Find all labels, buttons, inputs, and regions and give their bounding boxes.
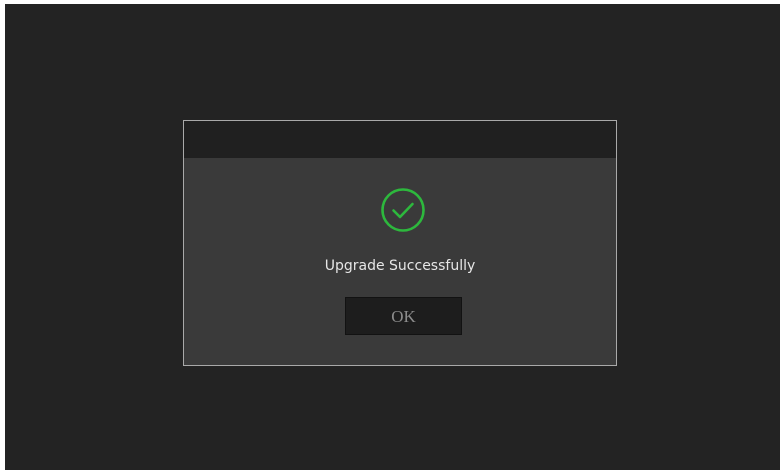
- ok-button[interactable]: OK: [345, 297, 462, 335]
- app-screen: Upgrade Successfully OK: [5, 4, 780, 470]
- success-message: Upgrade Successfully: [324, 258, 476, 274]
- dialog-titlebar: [184, 121, 616, 158]
- check-circle-icon: [381, 188, 425, 232]
- upgrade-result-dialog: Upgrade Successfully OK: [183, 120, 617, 366]
